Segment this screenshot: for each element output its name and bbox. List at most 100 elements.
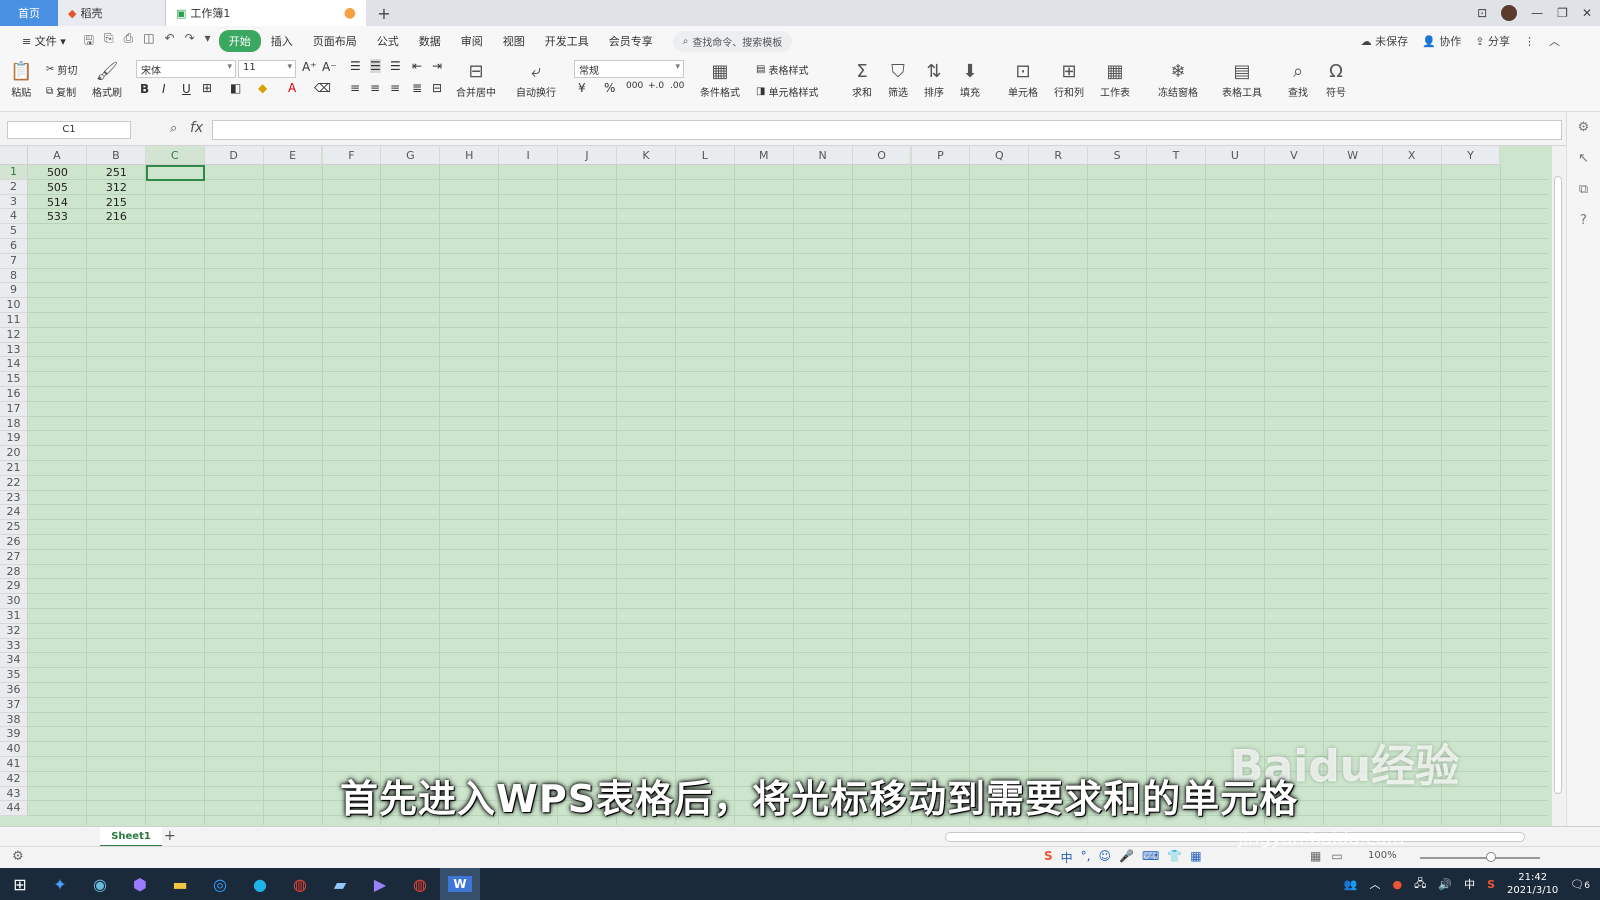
cube-app-icon[interactable]: ⬢ (120, 868, 160, 900)
menu-developer[interactable]: 开发工具 (535, 30, 599, 52)
row-header-1[interactable]: 1 (0, 165, 28, 180)
menu-data[interactable]: 数据 (409, 30, 451, 52)
tab-home[interactable]: 首页 (0, 0, 58, 26)
cell-A3[interactable]: 514 (28, 195, 87, 210)
align-right-icon[interactable]: ≡ (390, 81, 400, 95)
clear-icon[interactable]: ⌫ (314, 81, 331, 95)
column-header-M[interactable]: M (734, 146, 794, 165)
select-cursor-icon[interactable]: ↖ (1578, 151, 1589, 166)
unsaved-button[interactable]: ☁ 未保存 (1361, 33, 1409, 49)
clock[interactable]: 21:42 2021/3/10 (1507, 871, 1558, 897)
column-header-G[interactable]: G (381, 146, 441, 165)
print-icon[interactable]: ⎙ (124, 31, 134, 52)
cut-button[interactable]: ✂ 剪切 (46, 62, 77, 77)
new-tab-button[interactable]: + (366, 0, 402, 26)
mic-icon[interactable]: 🎤 (1119, 849, 1134, 866)
redo-icon[interactable]: ↷ (185, 31, 195, 52)
decrease-decimal-icon[interactable]: .00 (670, 81, 684, 91)
select-all-corner[interactable] (0, 146, 28, 165)
chrome-icon[interactable]: ◍ (280, 868, 320, 900)
settings-panel-icon[interactable]: ⚙ (1578, 120, 1590, 135)
row-header-32[interactable]: 32 (0, 623, 28, 639)
column-header-U[interactable]: U (1206, 146, 1265, 165)
cell-B2[interactable]: 312 (87, 180, 146, 195)
row-header-44[interactable]: 44 (0, 801, 28, 817)
normal-view-icon[interactable]: ▦ (1310, 849, 1321, 863)
column-header-T[interactable]: T (1147, 146, 1206, 165)
column-header-Y[interactable]: Y (1441, 146, 1501, 165)
share-button[interactable]: ⇪ 分享 (1475, 33, 1510, 49)
filter-button[interactable]: ⛉ 筛选 (888, 60, 908, 99)
save-icon[interactable]: 🖫 (84, 31, 94, 52)
column-header-V[interactable]: V (1264, 146, 1324, 165)
column-header-L[interactable]: L (675, 146, 735, 165)
column-header-J[interactable]: J (558, 146, 617, 165)
column-header-D[interactable]: D (204, 146, 264, 165)
row-header-2[interactable]: 2 (0, 179, 28, 195)
thousands-icon[interactable]: 000 (626, 81, 643, 91)
merge-center-button[interactable]: ⊟ 合并居中 (456, 60, 496, 99)
column-header-I[interactable]: I (499, 146, 559, 165)
menu-home[interactable]: 开始 (218, 30, 261, 52)
cell-fill-pattern-icon[interactable]: ◧ (230, 81, 241, 95)
row-header-15[interactable]: 15 (0, 372, 28, 387)
row-col-button[interactable]: ⊞ 行和列 (1054, 60, 1084, 99)
find-button[interactable]: ⌕ 查找 (1288, 60, 1308, 99)
symbol-button[interactable]: Ω 符号 (1326, 60, 1346, 99)
italic-icon[interactable]: I (162, 82, 166, 96)
row-header-10[interactable]: 10 (0, 298, 28, 313)
page-view-icon[interactable]: ▭ (1331, 849, 1342, 863)
row-header-29[interactable]: 29 (0, 579, 28, 595)
table-tools-button[interactable]: ▤ 表格工具 (1222, 60, 1262, 99)
cell-B3[interactable]: 215 (87, 195, 146, 210)
align-left-icon[interactable]: ≡ (350, 81, 360, 95)
row-header-23[interactable]: 23 (0, 490, 28, 506)
cell-A1[interactable]: 500 (28, 165, 87, 180)
file-explorer-icon[interactable]: ▬ (160, 868, 200, 900)
sogou-tray-icon[interactable]: S (1487, 878, 1495, 891)
justify-icon[interactable]: ≣ (412, 81, 422, 95)
keyboard-icon[interactable]: ⌨ (1142, 849, 1159, 866)
menu-view[interactable]: 视图 (493, 30, 535, 52)
add-sheet-button[interactable]: + (164, 828, 176, 844)
column-header-F[interactable]: F (322, 146, 382, 165)
distribute-icon[interactable]: ⊟ (432, 81, 442, 95)
column-header-K[interactable]: K (617, 146, 676, 165)
font-color-icon[interactable]: A (288, 81, 296, 95)
menu-member[interactable]: 会员专享 (599, 30, 663, 52)
row-header-42[interactable]: 42 (0, 771, 28, 787)
file-menu[interactable]: ≡ 文件 ▾ (12, 30, 76, 52)
align-center-icon[interactable]: ≡ (370, 81, 380, 95)
wps-taskbar-icon[interactable]: W (440, 868, 480, 900)
people-icon[interactable]: 👥 (1344, 878, 1358, 891)
row-header-6[interactable]: 6 (0, 239, 28, 254)
tray-expand-icon[interactable]: ︿ (1370, 876, 1381, 892)
notepad-icon[interactable]: ▰ (320, 868, 360, 900)
row-header-11[interactable]: 11 (0, 313, 28, 328)
cell-button[interactable]: ⊡ 单元格 (1008, 60, 1038, 99)
fill-color-icon[interactable]: ◆ (258, 81, 267, 95)
selected-cell-outline[interactable] (145, 165, 205, 181)
menu-page-layout[interactable]: 页面布局 (303, 30, 367, 52)
row-header-37[interactable]: 37 (0, 697, 28, 713)
column-header-W[interactable]: W (1323, 146, 1383, 165)
punctuation-icon[interactable]: °, (1081, 849, 1091, 866)
row-header-38[interactable]: 38 (0, 712, 28, 728)
column-header-Q[interactable]: Q (970, 146, 1030, 165)
window-mode-icon[interactable]: ⊡ (1477, 6, 1487, 20)
increase-decimal-icon[interactable]: +.0 (648, 81, 664, 91)
column-header-P[interactable]: P (911, 146, 971, 165)
collapse-ribbon-icon[interactable]: ︿ (1549, 33, 1560, 49)
wrap-text-button[interactable]: ⤶ 自动换行 (516, 60, 556, 99)
tray-app-icon[interactable]: ● (1393, 878, 1403, 891)
macro-icon[interactable]: ⚙ (12, 849, 24, 864)
font-select[interactable]: 宋体 (136, 60, 236, 78)
row-header-17[interactable]: 17 (0, 401, 28, 417)
sogou-app-icon[interactable]: ◉ (80, 868, 120, 900)
row-header-34[interactable]: 34 (0, 653, 28, 669)
underline-icon[interactable]: U (182, 82, 191, 96)
row-header-22[interactable]: 22 (0, 475, 28, 491)
name-box[interactable]: C1 (7, 121, 131, 139)
row-header-18[interactable]: 18 (0, 416, 28, 432)
row-header-35[interactable]: 35 (0, 668, 28, 683)
